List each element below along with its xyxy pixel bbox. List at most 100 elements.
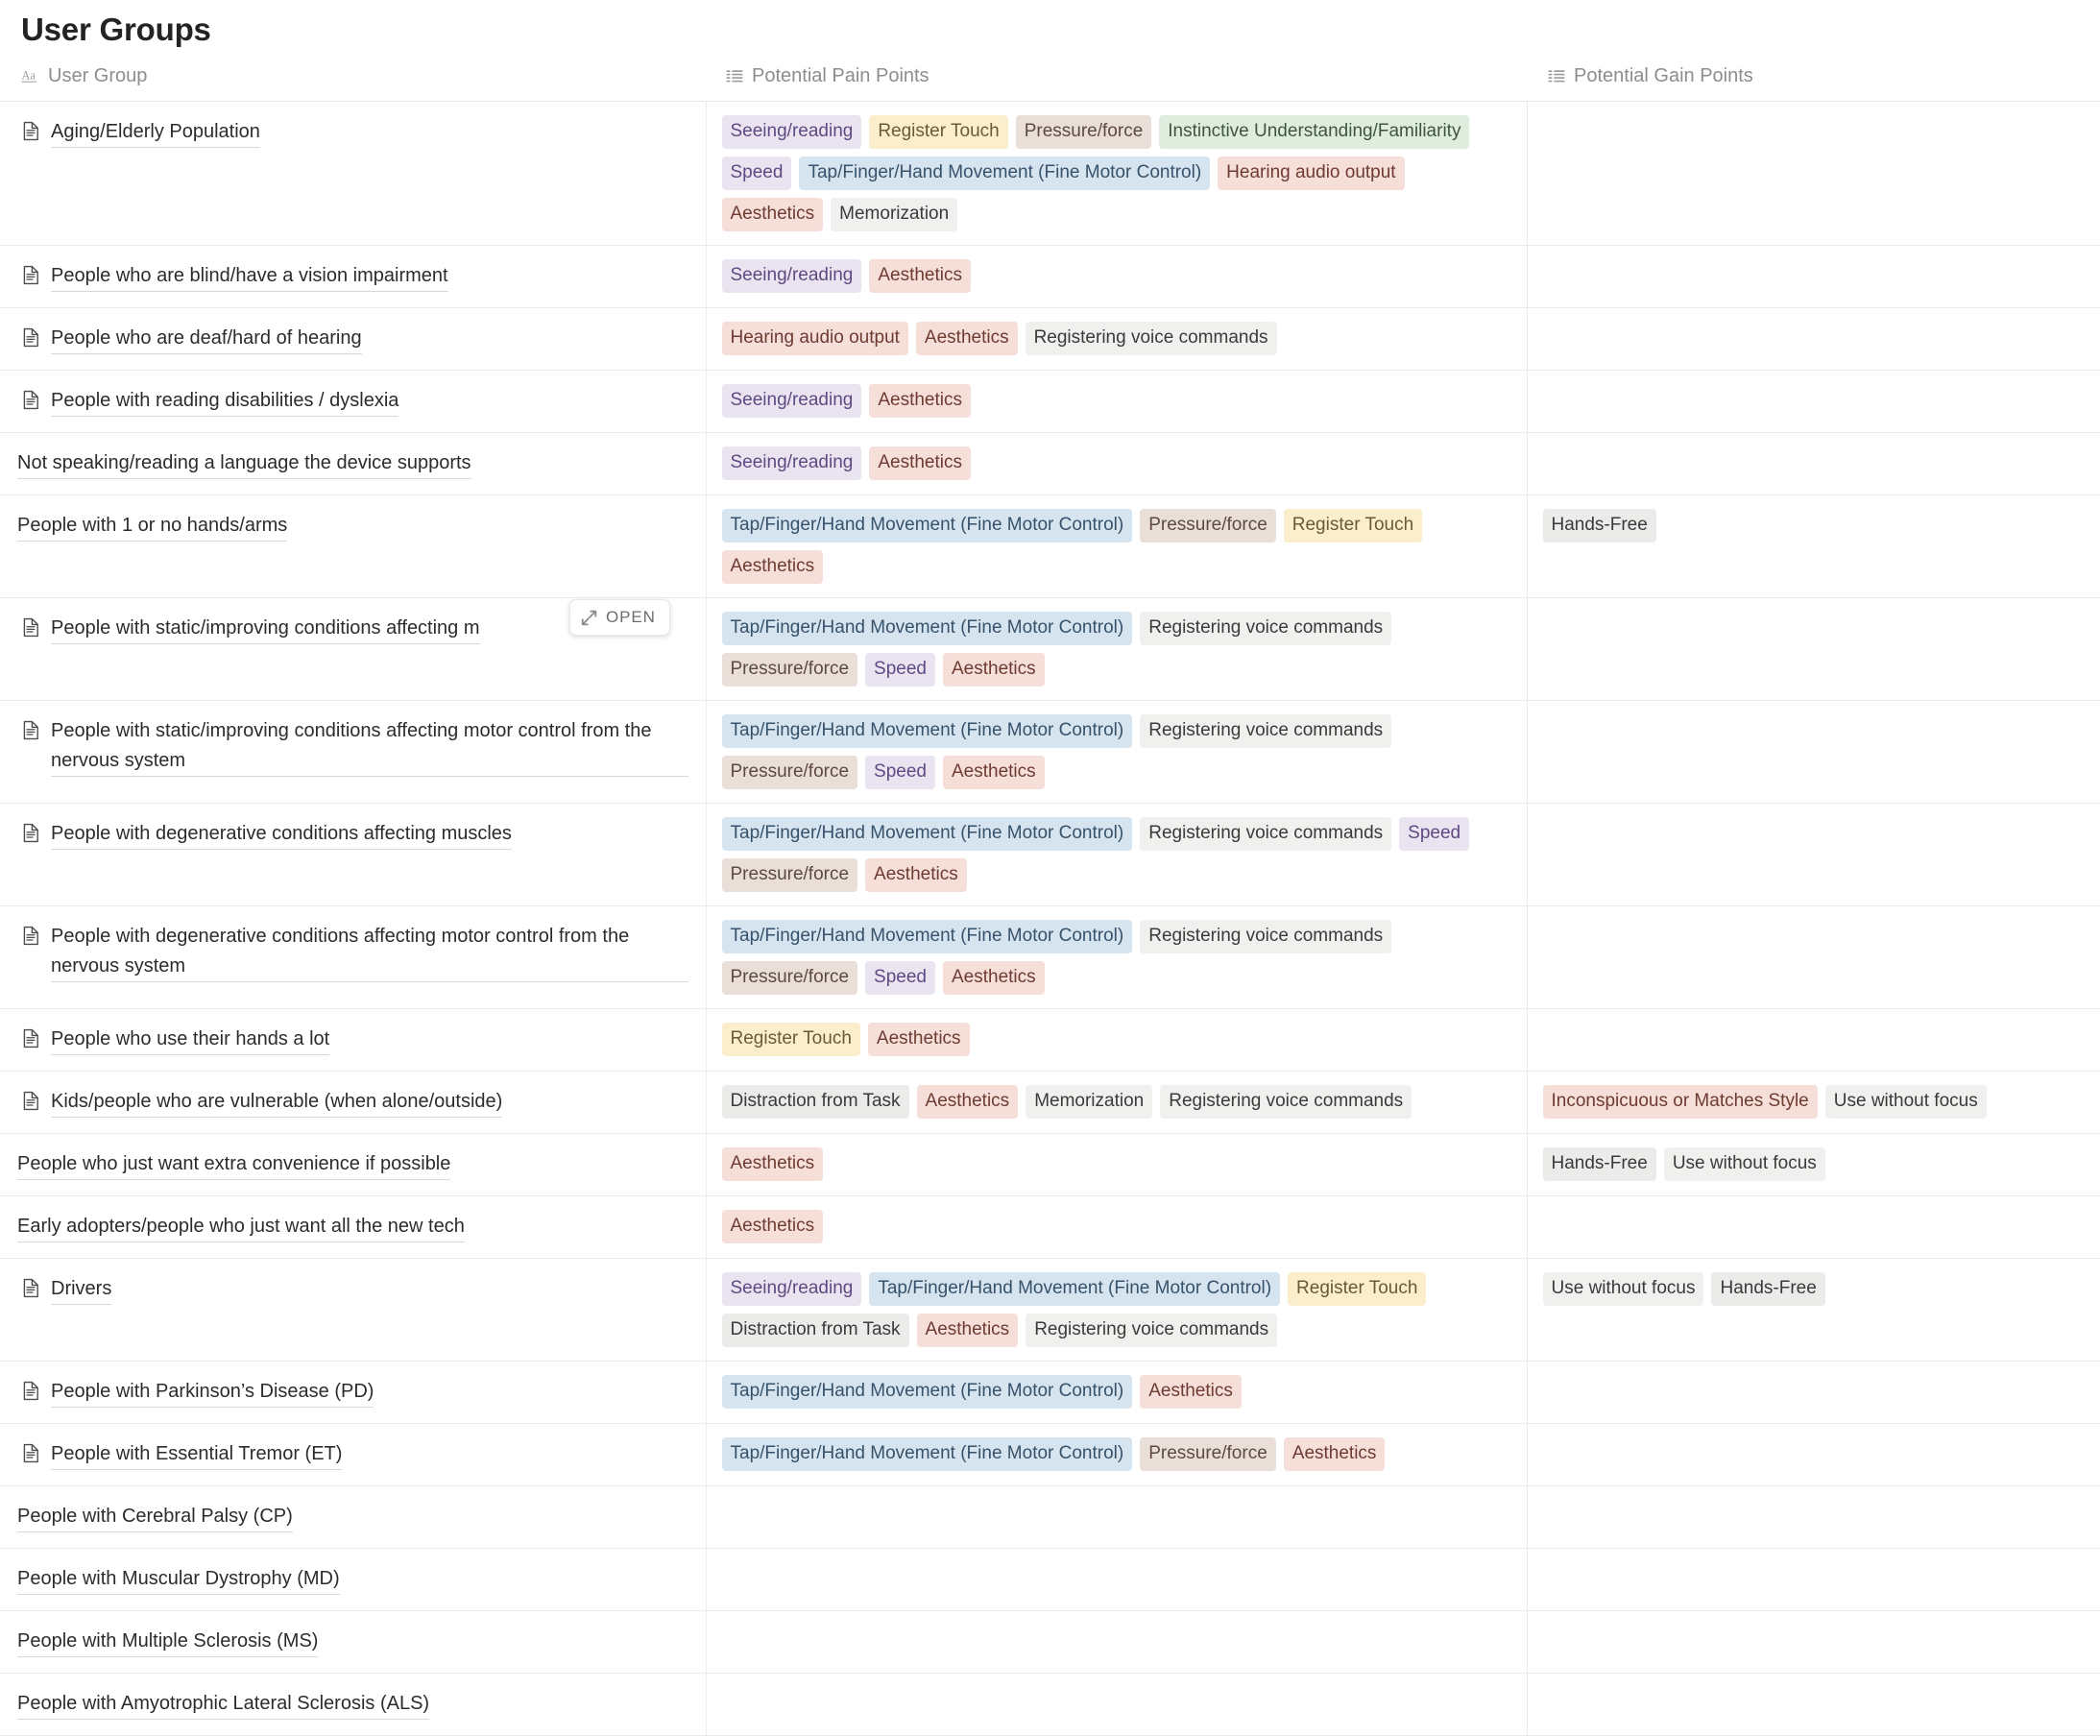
table-row[interactable]: People with Cerebral Palsy (CP): [0, 1486, 2100, 1549]
tag-chip[interactable]: Tap/Finger/Hand Movement (Fine Motor Con…: [869, 1272, 1280, 1306]
cell-potential-pain-points[interactable]: Register TouchAesthetics: [706, 1009, 1527, 1072]
tag-chip[interactable]: Tap/Finger/Hand Movement (Fine Motor Con…: [722, 920, 1133, 953]
cell-potential-pain-points[interactable]: Seeing/readingRegister TouchPressure/for…: [706, 102, 1527, 246]
table-row[interactable]: Aging/Elderly Population Seeing/readingRe…: [0, 102, 2100, 246]
tag-chip[interactable]: Aesthetics: [1140, 1375, 1242, 1409]
tag-chip[interactable]: Registering voice commands: [1160, 1085, 1412, 1119]
cell-potential-gain-points[interactable]: [1527, 371, 2100, 433]
table-row[interactable]: People with static/improving conditions …: [0, 598, 2100, 701]
tag-chip[interactable]: Aesthetics: [722, 198, 824, 231]
cell-potential-gain-points[interactable]: [1527, 1362, 2100, 1424]
tag-chip[interactable]: Tap/Finger/Hand Movement (Fine Motor Con…: [799, 157, 1210, 190]
table-row[interactable]: People who are blind/have a vision impai…: [0, 246, 2100, 308]
user-group-title-link[interactable]: People who use their hands a lot: [51, 1025, 329, 1055]
cell-user-group[interactable]: Drivers: [0, 1259, 706, 1362]
tag-chip[interactable]: Speed: [865, 653, 935, 687]
table-row[interactable]: People with Muscular Dystrophy (MD): [0, 1549, 2100, 1611]
column-header-user-group[interactable]: Aa User Group: [0, 61, 706, 102]
cell-potential-gain-points[interactable]: [1527, 906, 2100, 1009]
cell-user-group[interactable]: People with degenerative conditions affe…: [0, 906, 706, 1009]
tag-chip[interactable]: Speed: [865, 756, 935, 789]
cell-potential-gain-points[interactable]: [1527, 1486, 2100, 1549]
tag-chip[interactable]: Memorization: [831, 198, 957, 231]
column-header-potential-pain-points[interactable]: Potential Pain Points: [706, 61, 1527, 102]
tag-chip[interactable]: Tap/Finger/Hand Movement (Fine Motor Con…: [722, 612, 1133, 645]
tag-chip[interactable]: Aesthetics: [865, 858, 967, 892]
table-row[interactable]: People with Parkinson’s Disease (PD)Tap/…: [0, 1362, 2100, 1424]
cell-potential-pain-points[interactable]: Seeing/readingAesthetics: [706, 433, 1527, 495]
tag-chip[interactable]: Pressure/force: [1140, 1437, 1276, 1471]
tag-chip[interactable]: Aesthetics: [869, 384, 971, 418]
user-group-title-link[interactable]: Aging/Elderly Population: [51, 117, 260, 148]
cell-potential-pain-points[interactable]: [706, 1486, 1527, 1549]
user-group-title-link[interactable]: People with degenerative conditions affe…: [51, 819, 512, 850]
user-group-title-link[interactable]: People with Muscular Dystrophy (MD): [17, 1564, 340, 1595]
cell-potential-gain-points[interactable]: [1527, 1674, 2100, 1736]
tag-chip[interactable]: Pressure/force: [1140, 509, 1276, 542]
tag-chip[interactable]: Registering voice commands: [1140, 714, 1391, 748]
tag-chip[interactable]: Registering voice commands: [1140, 920, 1391, 953]
cell-user-group[interactable]: People with 1 or no hands/arms: [0, 495, 706, 598]
cell-user-group[interactable]: Not speaking/reading a language the devi…: [0, 433, 706, 495]
user-group-title-link[interactable]: People with 1 or no hands/arms: [17, 511, 287, 542]
cell-user-group[interactable]: People with static/improving conditions …: [0, 598, 706, 701]
tag-chip[interactable]: Memorization: [1026, 1085, 1152, 1119]
user-group-title-link[interactable]: People who are deaf/hard of hearing: [51, 324, 362, 354]
cell-potential-pain-points[interactable]: Seeing/readingAesthetics: [706, 246, 1527, 308]
cell-potential-gain-points[interactable]: Use without focusHands-Free: [1527, 1259, 2100, 1362]
tag-chip[interactable]: Aesthetics: [869, 259, 971, 293]
tag-chip[interactable]: Registering voice commands: [1026, 322, 1277, 355]
table-row[interactable]: People who use their hands a lot Register…: [0, 1009, 2100, 1072]
cell-user-group[interactable]: People with Parkinson’s Disease (PD): [0, 1362, 706, 1424]
tag-chip[interactable]: Pressure/force: [722, 961, 858, 995]
cell-potential-pain-points[interactable]: Seeing/readingTap/Finger/Hand Movement (…: [706, 1259, 1527, 1362]
table-row[interactable]: People with reading disabilities / dysle…: [0, 371, 2100, 433]
cell-potential-gain-points[interactable]: [1527, 1424, 2100, 1486]
cell-potential-pain-points[interactable]: [706, 1549, 1527, 1611]
cell-user-group[interactable]: Kids/people who are vulnerable (when alo…: [0, 1072, 706, 1134]
tag-chip[interactable]: Seeing/reading: [722, 446, 862, 480]
table-row[interactable]: People with static/improving conditions …: [0, 701, 2100, 804]
user-group-title-link[interactable]: People who just want extra convenience i…: [17, 1149, 450, 1180]
table-row[interactable]: Early adopters/people who just want all …: [0, 1196, 2100, 1259]
tag-chip[interactable]: Registering voice commands: [1026, 1314, 1277, 1347]
cell-potential-gain-points[interactable]: [1527, 701, 2100, 804]
tag-chip[interactable]: Hands-Free: [1543, 1147, 1656, 1181]
user-group-title-link[interactable]: Drivers: [51, 1274, 111, 1305]
tag-chip[interactable]: Aesthetics: [722, 1210, 824, 1243]
cell-user-group[interactable]: People with static/improving conditions …: [0, 701, 706, 804]
cell-potential-gain-points[interactable]: [1527, 804, 2100, 906]
table-row[interactable]: Kids/people who are vulnerable (when alo…: [0, 1072, 2100, 1134]
open-page-button[interactable]: OPEN: [569, 599, 670, 636]
tag-chip[interactable]: Speed: [865, 961, 935, 995]
cell-potential-pain-points[interactable]: Tap/Finger/Hand Movement (Fine Motor Con…: [706, 598, 1527, 701]
cell-user-group[interactable]: Aging/Elderly Population: [0, 102, 706, 246]
cell-potential-gain-points[interactable]: Inconspicuous or Matches StyleUse withou…: [1527, 1072, 2100, 1134]
cell-user-group[interactable]: People with degenerative conditions affe…: [0, 804, 706, 906]
tag-chip[interactable]: Hearing audio output: [722, 322, 908, 355]
cell-potential-gain-points[interactable]: [1527, 1549, 2100, 1611]
user-group-title-link[interactable]: Early adopters/people who just want all …: [17, 1212, 465, 1242]
tag-chip[interactable]: Seeing/reading: [722, 1272, 862, 1306]
tag-chip[interactable]: Aesthetics: [916, 322, 1018, 355]
tag-chip[interactable]: Register Touch: [722, 1023, 860, 1056]
tag-chip[interactable]: Use without focus: [1825, 1085, 1987, 1119]
cell-potential-pain-points[interactable]: Tap/Finger/Hand Movement (Fine Motor Con…: [706, 906, 1527, 1009]
user-group-title-link[interactable]: People with static/improving conditions …: [51, 716, 688, 777]
cell-user-group[interactable]: People who just want extra convenience i…: [0, 1134, 706, 1196]
tag-chip[interactable]: Aesthetics: [943, 961, 1045, 995]
tag-chip[interactable]: Register Touch: [1284, 509, 1422, 542]
cell-potential-pain-points[interactable]: Aesthetics: [706, 1196, 1527, 1259]
tag-chip[interactable]: Aesthetics: [917, 1314, 1019, 1347]
tag-chip[interactable]: Register Touch: [1288, 1272, 1426, 1306]
column-header-potential-gain-points[interactable]: Potential Gain Points: [1527, 61, 2100, 102]
cell-user-group[interactable]: People with Amyotrophic Lateral Sclerosi…: [0, 1674, 706, 1736]
cell-user-group[interactable]: People who are deaf/hard of hearing: [0, 308, 706, 371]
tag-chip[interactable]: Speed: [722, 157, 792, 190]
cell-potential-gain-points[interactable]: Hands-FreeUse without focus: [1527, 1134, 2100, 1196]
tag-chip[interactable]: Tap/Finger/Hand Movement (Fine Motor Con…: [722, 817, 1133, 851]
table-row[interactable]: People who are deaf/hard of hearing Heari…: [0, 308, 2100, 371]
tag-chip[interactable]: Instinctive Understanding/Familiarity: [1159, 115, 1469, 149]
tag-chip[interactable]: Pressure/force: [1016, 115, 1152, 149]
table-row[interactable]: People who just want extra convenience i…: [0, 1134, 2100, 1196]
